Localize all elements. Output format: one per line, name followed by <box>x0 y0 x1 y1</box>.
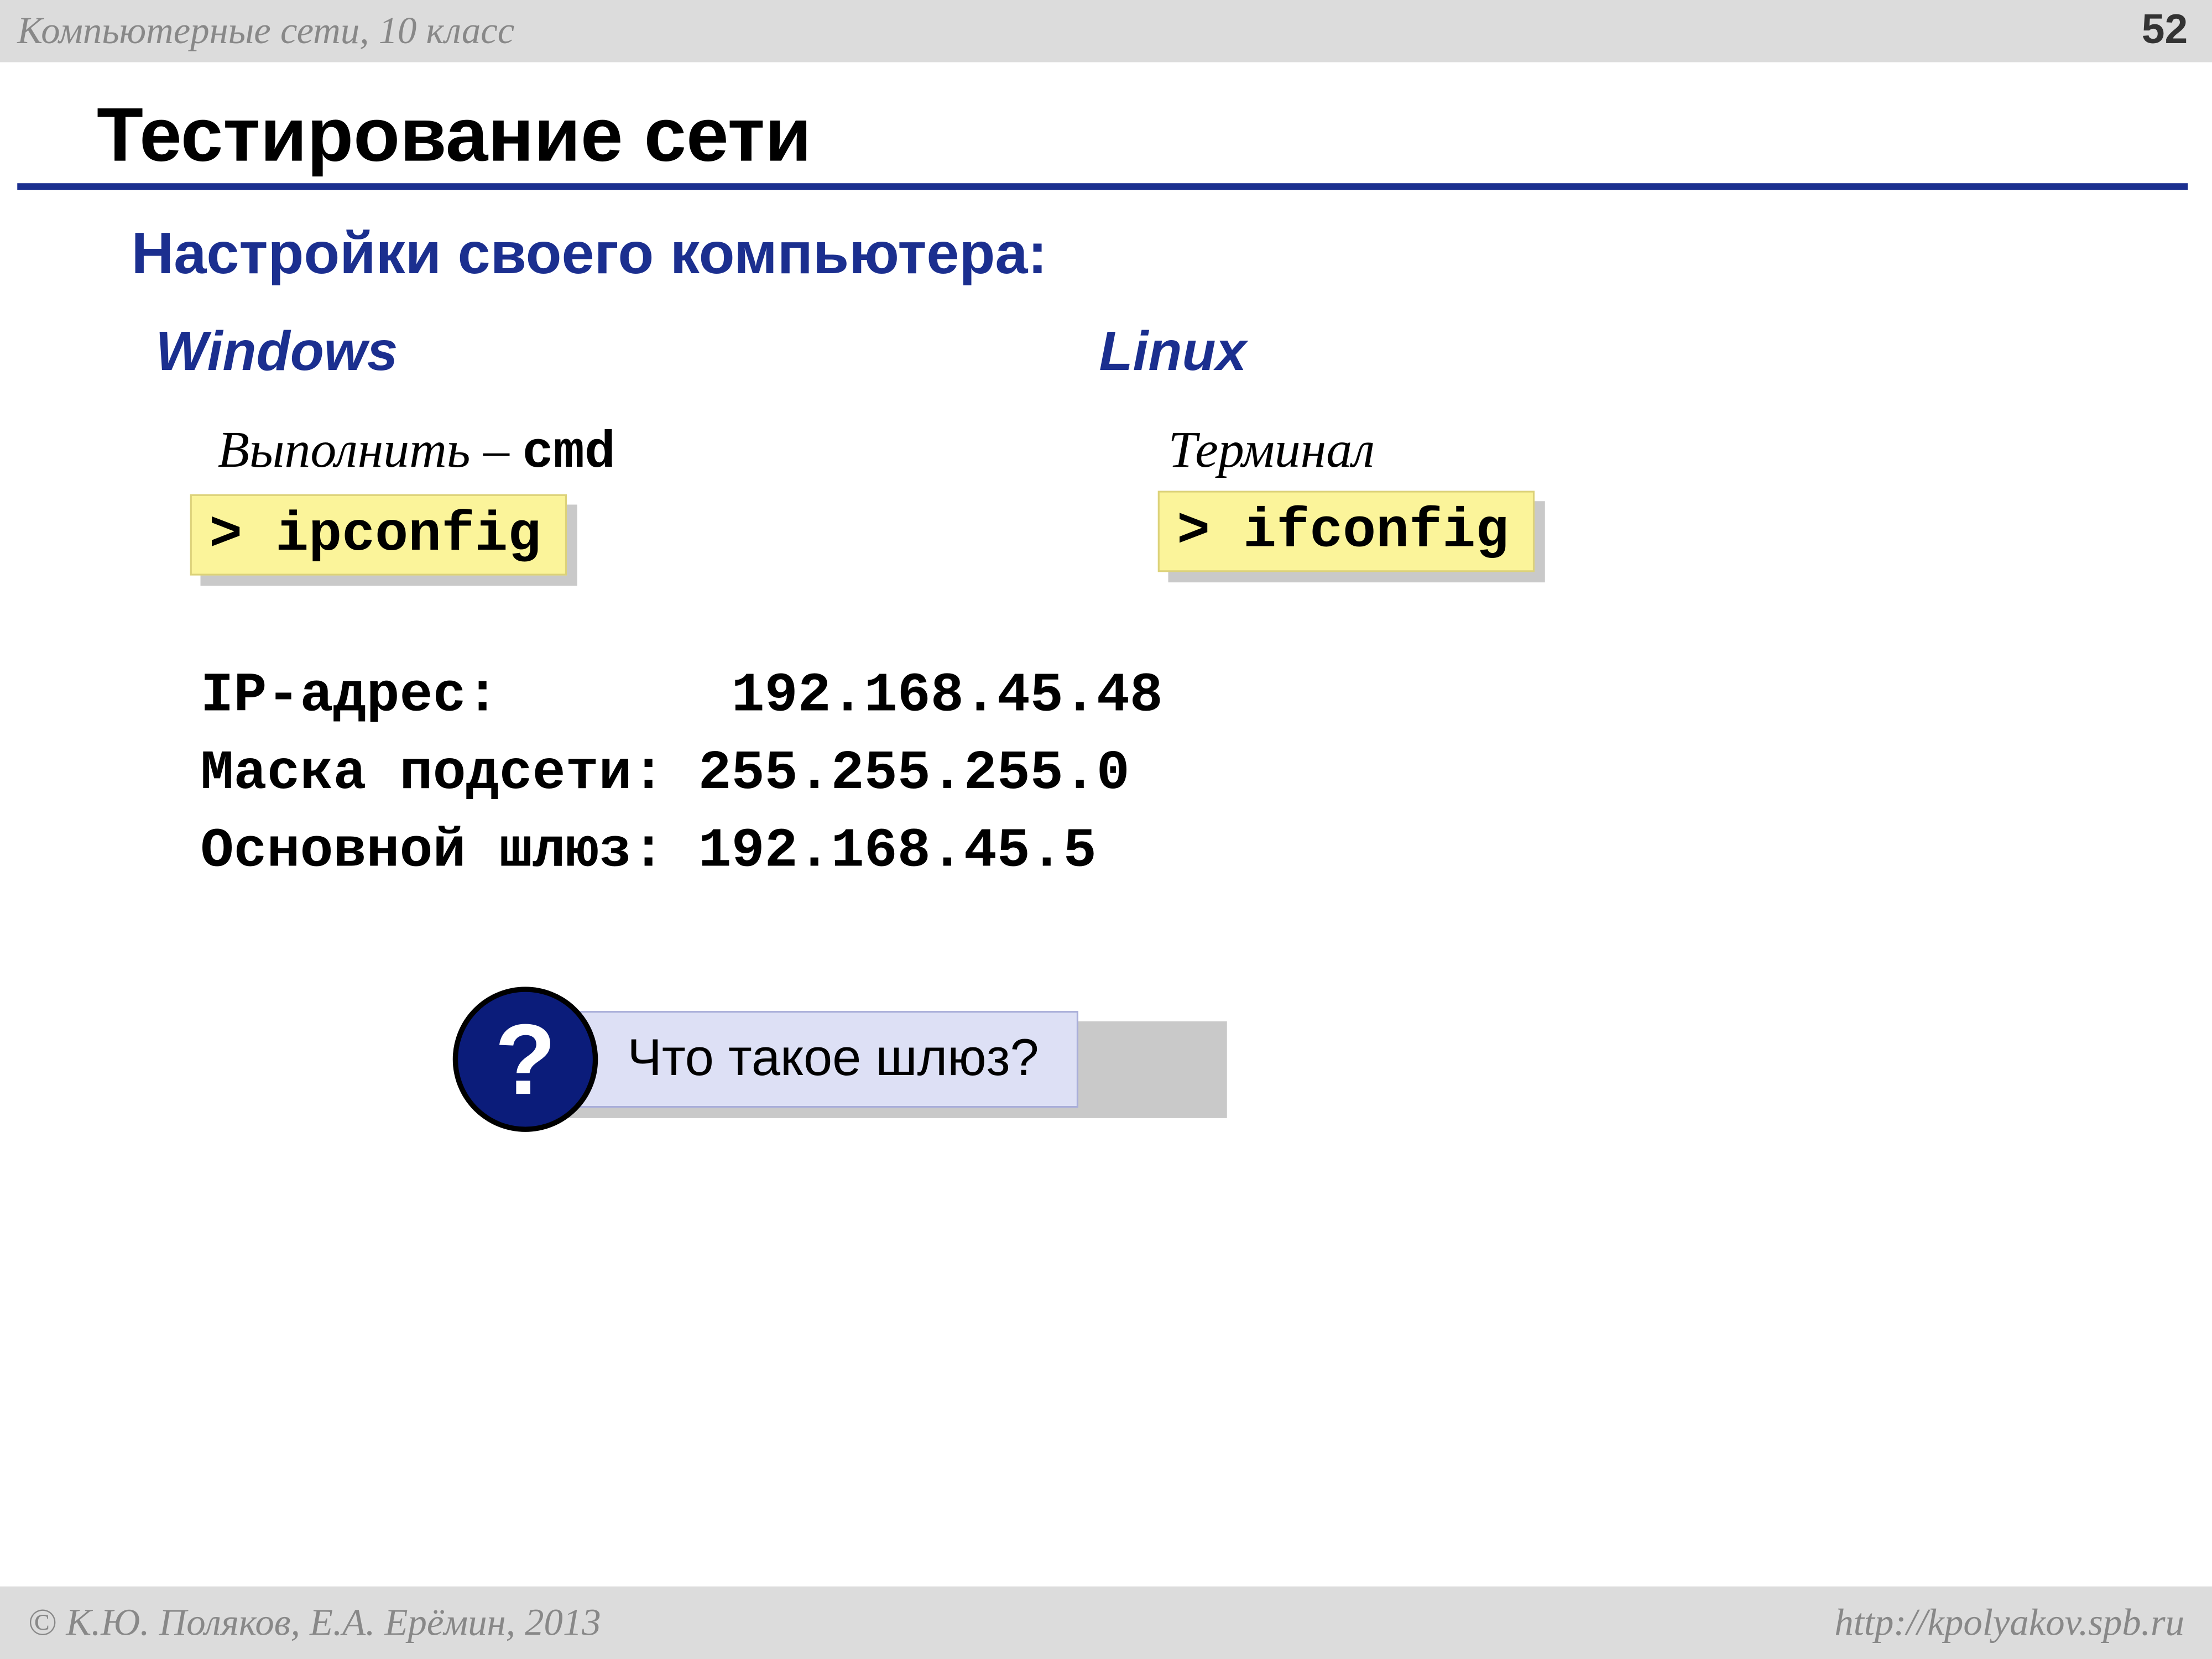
linux-command-box: > ifconfig <box>1158 491 1535 572</box>
question-mark-icon: ? <box>453 988 598 1133</box>
course-label: Компьютерные сети, 10 класс <box>17 9 514 54</box>
question-callout: Что такое шлюз? ? <box>453 988 2212 1154</box>
content: Настройки своего компьютера: Windows Вып… <box>0 190 2212 1154</box>
windows-run-cmd: cmd <box>522 425 615 484</box>
two-columns: Windows Выполнить – cmd > ipconfig Linux… <box>132 320 2212 576</box>
windows-cmdbox-wrap: > ipconfig <box>190 494 567 576</box>
linux-run-label: Терминал <box>1168 422 1375 479</box>
page-number: 52 <box>2142 7 2188 56</box>
title-underline <box>17 183 2188 190</box>
footer-url: http://kpolyakov.spb.ru <box>1834 1600 2184 1645</box>
linux-column: Linux Терминал > ifconfig <box>1099 320 2212 576</box>
windows-column: Windows Выполнить – cmd > ipconfig <box>132 320 1099 576</box>
linux-run-line: Терминал <box>1168 422 2212 481</box>
ip-label: IP-адрес: <box>201 664 499 728</box>
mask-value: 255.255.255.0 <box>698 741 1130 805</box>
gw-label: Основной шлюз: <box>201 818 665 883</box>
linux-label: Linux <box>1099 320 2212 384</box>
subtitle: Настройки своего компьютера: <box>132 221 2212 289</box>
copyright: © К.Ю. Поляков, Е.А. Ерёмин, 2013 <box>28 1600 601 1645</box>
windows-label: Windows <box>155 320 1099 384</box>
title-block: Тестирование сети <box>0 62 2212 180</box>
windows-command-box: > ipconfig <box>190 494 567 576</box>
windows-run-line: Выполнить – cmd <box>218 422 1099 484</box>
slide-title: Тестирование сети <box>97 93 2212 180</box>
top-bar: Компьютерные сети, 10 класс 52 <box>0 0 2212 62</box>
question-box: Что такое шлюз? <box>529 1011 1078 1108</box>
gw-value: 192.168.45.5 <box>698 818 1097 883</box>
slide: Компьютерные сети, 10 класс 52 Тестирова… <box>0 0 2212 1659</box>
mask-label: Маска подсети: <box>201 741 665 805</box>
network-output: IP-адрес: 192.168.45.48 Маска подсети: 2… <box>201 659 2212 891</box>
linux-cmdbox-wrap: > ifconfig <box>1158 491 1535 572</box>
windows-run-sep: – <box>471 422 523 479</box>
ip-value: 192.168.45.48 <box>732 664 1163 728</box>
bottom-bar: © К.Ю. Поляков, Е.А. Ерёмин, 2013 http:/… <box>0 1587 2212 1659</box>
windows-run-label: Выполнить <box>218 422 471 479</box>
